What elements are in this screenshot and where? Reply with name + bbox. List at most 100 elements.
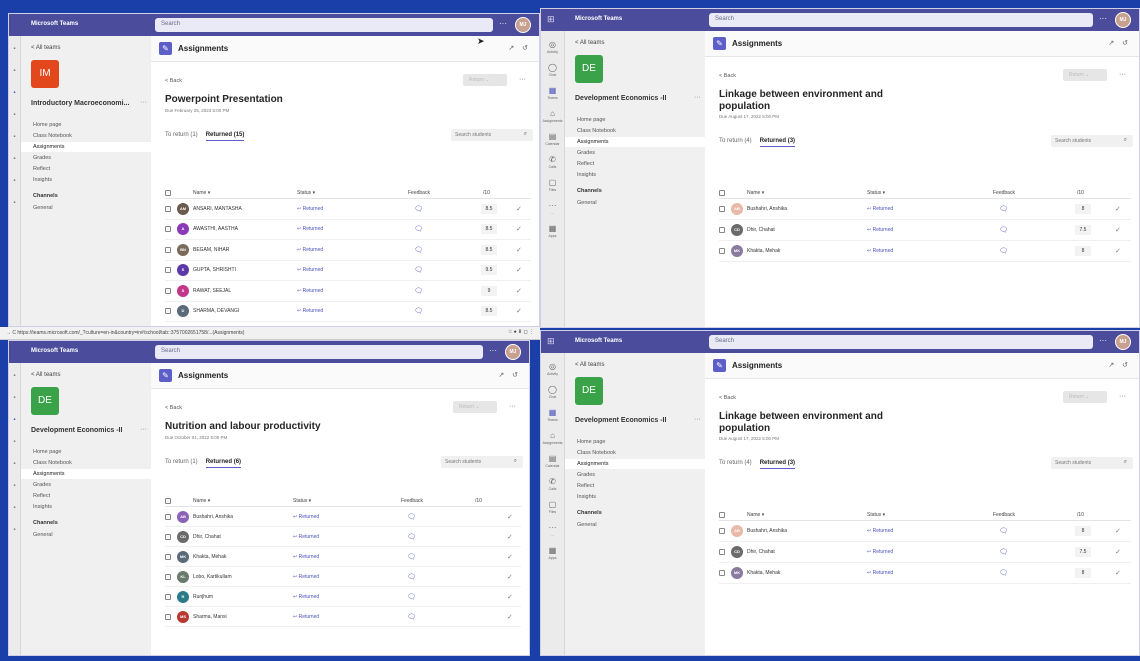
return-button[interactable]: Return ⌄ xyxy=(463,74,507,86)
grade-input[interactable]: 7.5 xyxy=(1075,547,1091,557)
student-name[interactable]: Bushahri, Anshika xyxy=(747,206,787,212)
rail-icon[interactable]: ▪ xyxy=(9,68,20,74)
rail-files-icon[interactable]: ▢ Files xyxy=(541,177,564,192)
table-row[interactable]: AB Bushahri, Anshika ↩ Returned 🗨 8 ✓ xyxy=(719,199,1131,220)
address-url[interactable]: → C https://teams.microsoft.com/_?cultur… xyxy=(6,330,244,336)
tab-to-return[interactable]: To return (1) xyxy=(165,132,198,138)
row-checkbox[interactable] xyxy=(165,613,171,620)
row-checkbox[interactable] xyxy=(165,553,171,560)
rail-icon[interactable]: ▪ xyxy=(9,373,20,379)
feedback-icon[interactable]: 🗨 xyxy=(407,573,416,581)
team-more-icon[interactable]: ··· xyxy=(140,99,147,106)
table-row[interactable]: A AWASTHI, AASTHA ↩ Returned 🗨 8.5 ✓ xyxy=(165,220,531,240)
nav-reflect[interactable]: Reflect xyxy=(565,481,705,491)
nav-reflect[interactable]: Reflect xyxy=(21,491,151,501)
feedback-icon[interactable]: 🗨 xyxy=(999,569,1008,577)
col-name[interactable]: Name ▾ xyxy=(193,498,210,504)
tab-returned[interactable]: Returned (3) xyxy=(759,460,796,469)
rail-teams-icon[interactable]: ▦ Teams xyxy=(541,407,564,422)
expand-refresh-icon[interactable]: ↗ ↺ xyxy=(508,44,531,52)
row-checkbox[interactable] xyxy=(165,205,171,212)
channel-general[interactable]: General xyxy=(21,203,151,213)
student-name[interactable]: Sharma, Mansi xyxy=(193,614,227,620)
back-button[interactable]: < Back xyxy=(719,395,736,401)
nav-assignments[interactable]: Assignments xyxy=(21,469,151,479)
table-row[interactable]: MK Khakta, Mehak ↩ Returned 🗨 ✓ xyxy=(165,547,521,567)
student-name[interactable]: Dhir, Chahat xyxy=(747,549,775,555)
tab-to-return[interactable]: To return (4) xyxy=(719,460,752,466)
tab-returned[interactable]: Returned (15) xyxy=(205,132,245,141)
nav-insights[interactable]: Insights xyxy=(565,492,705,502)
row-checkbox[interactable] xyxy=(165,533,171,540)
select-all-checkbox[interactable] xyxy=(719,511,725,518)
col-name[interactable]: Name ▾ xyxy=(193,190,210,196)
student-name[interactable]: GUPTA, SHRISHTI xyxy=(193,267,236,273)
rail-icon[interactable]: ▪ xyxy=(9,112,20,118)
student-name[interactable]: RAWAT, SEEJAL xyxy=(193,288,231,294)
browser-toolbar-icons[interactable]: ☆ ♠ ⬇ ◻ ⋮ xyxy=(508,329,534,335)
rail-icon[interactable]: ▪ xyxy=(9,156,20,162)
row-checkbox[interactable] xyxy=(165,226,171,233)
all-teams-link[interactable]: < All teams xyxy=(575,362,605,368)
channel-general[interactable]: General xyxy=(565,520,705,530)
grade-input[interactable]: 8 xyxy=(1075,204,1091,214)
search-input[interactable]: Search xyxy=(155,18,493,32)
row-checkbox[interactable] xyxy=(719,549,725,555)
row-checkbox[interactable] xyxy=(719,227,725,233)
student-name[interactable]: Runjhum xyxy=(193,594,213,600)
team-more-icon[interactable]: ··· xyxy=(694,94,701,101)
rail-icon[interactable]: ▪ xyxy=(9,200,20,206)
student-name[interactable]: BEGAM, NIHAR xyxy=(193,247,229,253)
table-row[interactable]: AM ANSARI, MANTASHA ↩ Returned 🗨 8.5 ✓ xyxy=(165,199,531,220)
student-name[interactable]: SHARMA, DEVANGI xyxy=(193,308,239,314)
nav-grades[interactable]: Grades xyxy=(21,153,151,163)
more-options-icon[interactable]: ··· xyxy=(1099,14,1107,23)
nav-class-notebook[interactable]: Class Notebook xyxy=(565,126,705,136)
search-students-input[interactable]: Search students ⌕ xyxy=(451,129,533,141)
row-checkbox[interactable] xyxy=(165,267,171,274)
table-row[interactable]: AB Bushahri, Anshika ↩ Returned 🗨 ✓ xyxy=(165,507,521,527)
tab-returned[interactable]: Returned (6) xyxy=(205,459,242,468)
rail-icon[interactable]: ▪ xyxy=(9,178,20,184)
nav-grades[interactable]: Grades xyxy=(21,480,151,490)
rail--icon[interactable]: ···... xyxy=(541,522,564,537)
search-input[interactable]: Search xyxy=(709,13,1093,27)
rail-calls-icon[interactable]: ✆ Calls xyxy=(541,476,564,491)
nav-grades[interactable]: Grades xyxy=(565,470,705,480)
table-row[interactable]: CD Dhir, Chahat ↩ Returned 🗨 ✓ xyxy=(165,527,521,547)
rail-icon[interactable]: ▪ xyxy=(9,461,20,467)
student-name[interactable]: Bushahri, Anshika xyxy=(193,514,233,520)
feedback-icon[interactable]: 🗨 xyxy=(999,247,1008,255)
feedback-icon[interactable]: 🗨 xyxy=(414,205,423,213)
more-options-icon[interactable]: ··· xyxy=(489,346,497,355)
grade-input[interactable]: 8 xyxy=(1075,526,1091,536)
search-students-input[interactable]: Search students ⌕ xyxy=(1051,135,1133,147)
rail-chat-icon[interactable]: ◯ Chat xyxy=(541,62,564,77)
search-students-input[interactable]: Search students ⌕ xyxy=(441,456,523,468)
student-name[interactable]: AWASTHI, AASTHA xyxy=(193,226,238,232)
nav-home-page[interactable]: Home page xyxy=(565,115,705,125)
expand-refresh-icon[interactable]: ↗ ↺ xyxy=(1108,361,1131,369)
row-checkbox[interactable] xyxy=(165,287,171,294)
all-teams-link[interactable]: < All teams xyxy=(575,40,605,46)
grade-input[interactable]: 8 xyxy=(1075,246,1091,256)
row-checkbox[interactable] xyxy=(165,246,171,253)
more-options-icon[interactable]: ··· xyxy=(499,19,507,28)
rail-icon[interactable]: ▪ xyxy=(9,417,20,423)
more-icon[interactable]: ··· xyxy=(1119,71,1126,78)
feedback-icon[interactable]: 🗨 xyxy=(999,226,1008,234)
student-name[interactable]: Dhir, Chahat xyxy=(193,534,221,540)
rail-icon[interactable]: ▪ xyxy=(9,527,20,533)
table-row[interactable]: BN BEGAM, NIHAR ↩ Returned 🗨 8.5 ✓ xyxy=(165,240,531,261)
table-row[interactable]: MK Khakta, Mehak ↩ Returned 🗨 8 ✓ xyxy=(719,241,1131,262)
nav-assignments[interactable]: Assignments xyxy=(565,137,705,147)
row-checkbox[interactable] xyxy=(165,308,171,315)
rail-activity-icon[interactable]: ◎ Activity xyxy=(541,39,564,54)
more-icon[interactable]: ··· xyxy=(1119,393,1126,400)
more-options-icon[interactable]: ··· xyxy=(1099,336,1107,345)
nav-assignments[interactable]: Assignments xyxy=(21,142,151,152)
student-name[interactable]: Khakta, Mehak xyxy=(747,570,780,576)
feedback-icon[interactable]: 🗨 xyxy=(414,307,423,315)
expand-refresh-icon[interactable]: ↗ ↺ xyxy=(1108,39,1131,47)
app-launcher-icon[interactable]: ⊞ xyxy=(547,336,555,347)
